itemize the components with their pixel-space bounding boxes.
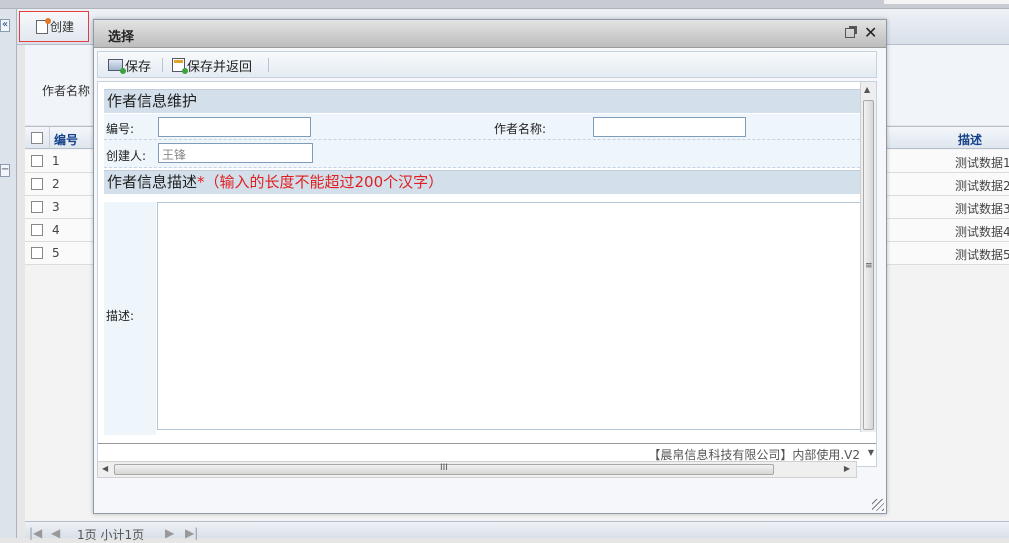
close-icon[interactable]: ✕ xyxy=(864,23,877,42)
row-id: 5 xyxy=(52,246,60,260)
author-name-field-label: 作者名称: xyxy=(494,122,547,136)
creator-placeholder: 王锋 xyxy=(162,148,187,162)
description-textarea[interactable] xyxy=(157,202,860,430)
select-all-checkbox[interactable] xyxy=(31,132,43,144)
creator-label: 创建人: xyxy=(106,149,147,163)
scroll-right-icon[interactable]: ▶ xyxy=(844,464,850,473)
create-button[interactable]: 创建 xyxy=(19,11,89,42)
form-row-id-name: 编号: 作者名称: xyxy=(104,114,860,140)
row-desc: 测试数据4 xyxy=(955,225,1009,239)
horizontal-scroll-thumb[interactable]: III xyxy=(114,463,774,475)
left-pane: « − xyxy=(0,9,17,538)
row-checkbox[interactable] xyxy=(31,178,43,190)
vertical-scrollbar[interactable]: ▲ ≡ xyxy=(860,82,876,432)
select-dialog: 选择 ✕ 保存 保存并返回 作者信息维护 编号: 作者名称: 创建人: 王锋 作… xyxy=(93,19,887,514)
required-mark: * xyxy=(197,173,205,191)
footer-row: 【晨帛信息科技有限公司】内部使用.V2 ▼ xyxy=(98,443,876,462)
row-desc: 测试数据5 xyxy=(955,248,1009,262)
author-name-label: 作者名称 xyxy=(42,84,91,98)
pager: |◀ ◀ 1页 小计1页 ▶ ▶| xyxy=(25,521,1009,542)
scroll-grip-icon: III xyxy=(440,463,448,473)
top-search-box[interactable] xyxy=(884,0,1009,4)
save-return-icon xyxy=(172,58,188,74)
create-button-label: 创建 xyxy=(50,20,75,34)
horizontal-scrollbar[interactable]: ◀ III ▶ xyxy=(97,461,857,478)
description-label-cell: 描述: xyxy=(104,202,156,435)
header-divider xyxy=(49,127,50,149)
toolbar-divider xyxy=(162,58,163,72)
toolbar-divider xyxy=(268,58,269,72)
minus-icon[interactable]: − xyxy=(0,164,10,177)
vertical-scroll-thumb[interactable]: ≡ xyxy=(863,100,874,430)
top-strip xyxy=(0,0,1009,9)
row-checkbox[interactable] xyxy=(31,201,43,213)
save-icon xyxy=(108,59,126,74)
dialog-form-area: 作者信息维护 编号: 作者名称: 创建人: 王锋 作者信息描述*（输入的长度不能… xyxy=(97,81,877,467)
row-checkbox[interactable] xyxy=(31,155,43,167)
row-checkbox[interactable] xyxy=(31,247,43,259)
scroll-up-icon[interactable]: ▲ xyxy=(864,85,870,94)
row-desc: 测试数据3 xyxy=(955,202,1009,216)
id-input[interactable] xyxy=(158,117,311,137)
save-and-return-button[interactable]: 保存并返回 xyxy=(172,56,253,75)
dialog-toolbar: 保存 保存并返回 xyxy=(97,51,877,78)
column-header-id[interactable]: 编号 xyxy=(54,131,78,148)
dialog-title: 选择 xyxy=(108,30,135,45)
section-author-info: 作者信息维护 xyxy=(104,89,860,113)
row-checkbox[interactable] xyxy=(31,224,43,236)
row-id: 3 xyxy=(52,200,60,214)
section-author-desc: 作者信息描述*（输入的长度不能超过200个汉字） xyxy=(104,170,860,194)
row-desc: 测试数据1 xyxy=(955,156,1009,170)
save-button[interactable]: 保存 xyxy=(108,56,152,75)
length-hint: （输入的长度不能超过200个汉字） xyxy=(204,173,444,191)
row-id: 4 xyxy=(52,223,60,237)
author-name-input[interactable] xyxy=(593,117,746,137)
dialog-title-bar[interactable]: 选择 ✕ xyxy=(94,20,886,48)
form-row-creator: 创建人: 王锋 xyxy=(104,140,860,168)
section-author-desc-title: 作者信息描述 xyxy=(107,173,198,191)
scroll-grip-icon: ≡ xyxy=(865,261,873,271)
column-header-desc[interactable]: 描述 xyxy=(958,131,982,148)
collapse-left-icon[interactable]: « xyxy=(0,19,10,32)
id-label: 编号: xyxy=(106,122,135,136)
maximize-icon[interactable] xyxy=(845,26,857,38)
row-id: 2 xyxy=(52,177,60,191)
scroll-down-icon[interactable]: ▼ xyxy=(868,448,874,457)
new-document-icon xyxy=(36,17,51,34)
section-author-info-title: 作者信息维护 xyxy=(107,92,198,110)
save-and-return-label: 保存并返回 xyxy=(187,59,253,75)
row-id: 1 xyxy=(52,154,60,168)
save-button-label: 保存 xyxy=(125,59,152,75)
resize-grip-icon[interactable] xyxy=(872,499,884,511)
pager-text: 1页 小计1页 xyxy=(77,528,145,542)
row-desc: 测试数据2 xyxy=(955,179,1009,193)
scroll-left-icon[interactable]: ◀ xyxy=(102,464,108,473)
description-label: 描述: xyxy=(106,309,135,323)
